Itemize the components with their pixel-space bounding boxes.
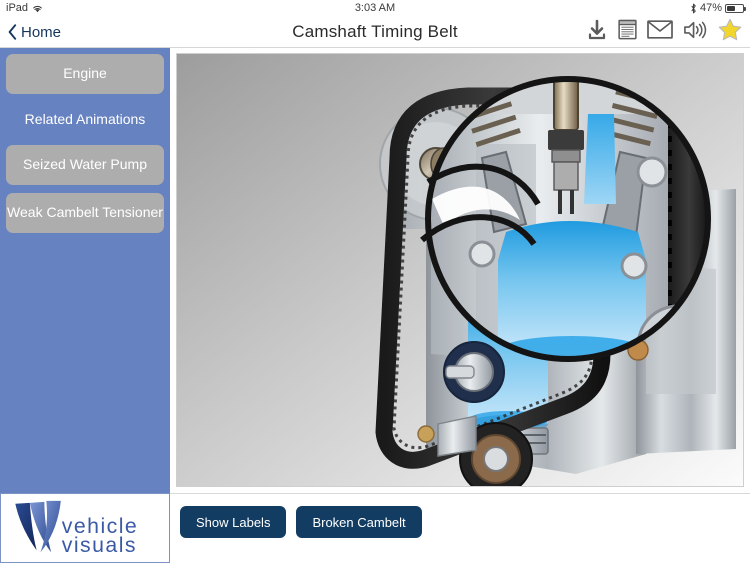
sidebar: Engine Related Animations Seized Water P… bbox=[0, 48, 170, 493]
sidebar-item-weak-cambelt-tensioner[interactable]: Weak Cambelt Tensioner bbox=[6, 193, 164, 233]
tensioner-pulley bbox=[443, 341, 505, 403]
content-area bbox=[170, 48, 750, 493]
envelope-icon[interactable] bbox=[647, 20, 673, 44]
status-bar: iPad 3:03 AM 47% bbox=[0, 0, 750, 16]
bluetooth-icon bbox=[690, 3, 697, 14]
bottom-toolbar: Show Labels Broken Cambelt bbox=[170, 493, 750, 563]
show-labels-button[interactable]: Show Labels bbox=[180, 506, 287, 538]
sidebar-heading-related-animations: Related Animations bbox=[24, 111, 146, 127]
svg-text:visuals: visuals bbox=[62, 533, 137, 557]
navbar-actions bbox=[586, 16, 742, 48]
engine-illustration[interactable] bbox=[177, 54, 743, 486]
battery-icon bbox=[725, 3, 746, 13]
document-icon[interactable] bbox=[618, 19, 637, 45]
sidebar-item-seized-water-pump[interactable]: Seized Water Pump bbox=[6, 145, 164, 185]
status-bar-right: 47% bbox=[690, 2, 746, 14]
sidebar-item-engine[interactable]: Engine bbox=[6, 54, 164, 94]
illustration-frame[interactable] bbox=[176, 53, 744, 487]
vehicle-visuals-logo: vehicle visuals bbox=[0, 493, 170, 563]
app-window: iPad 3:03 AM 47% Home Camshaft Timing Be… bbox=[0, 0, 750, 563]
navigation-bar: Home Camshaft Timing Belt bbox=[0, 16, 750, 48]
battery-percent: 47% bbox=[699, 2, 722, 14]
logo-artwork: vehicle visuals bbox=[15, 500, 137, 557]
speaker-icon[interactable] bbox=[683, 20, 708, 45]
download-icon[interactable] bbox=[586, 19, 608, 46]
broken-cambelt-button[interactable]: Broken Cambelt bbox=[296, 506, 422, 538]
status-bar-clock: 3:03 AM bbox=[354, 2, 396, 14]
star-icon[interactable] bbox=[718, 18, 742, 46]
